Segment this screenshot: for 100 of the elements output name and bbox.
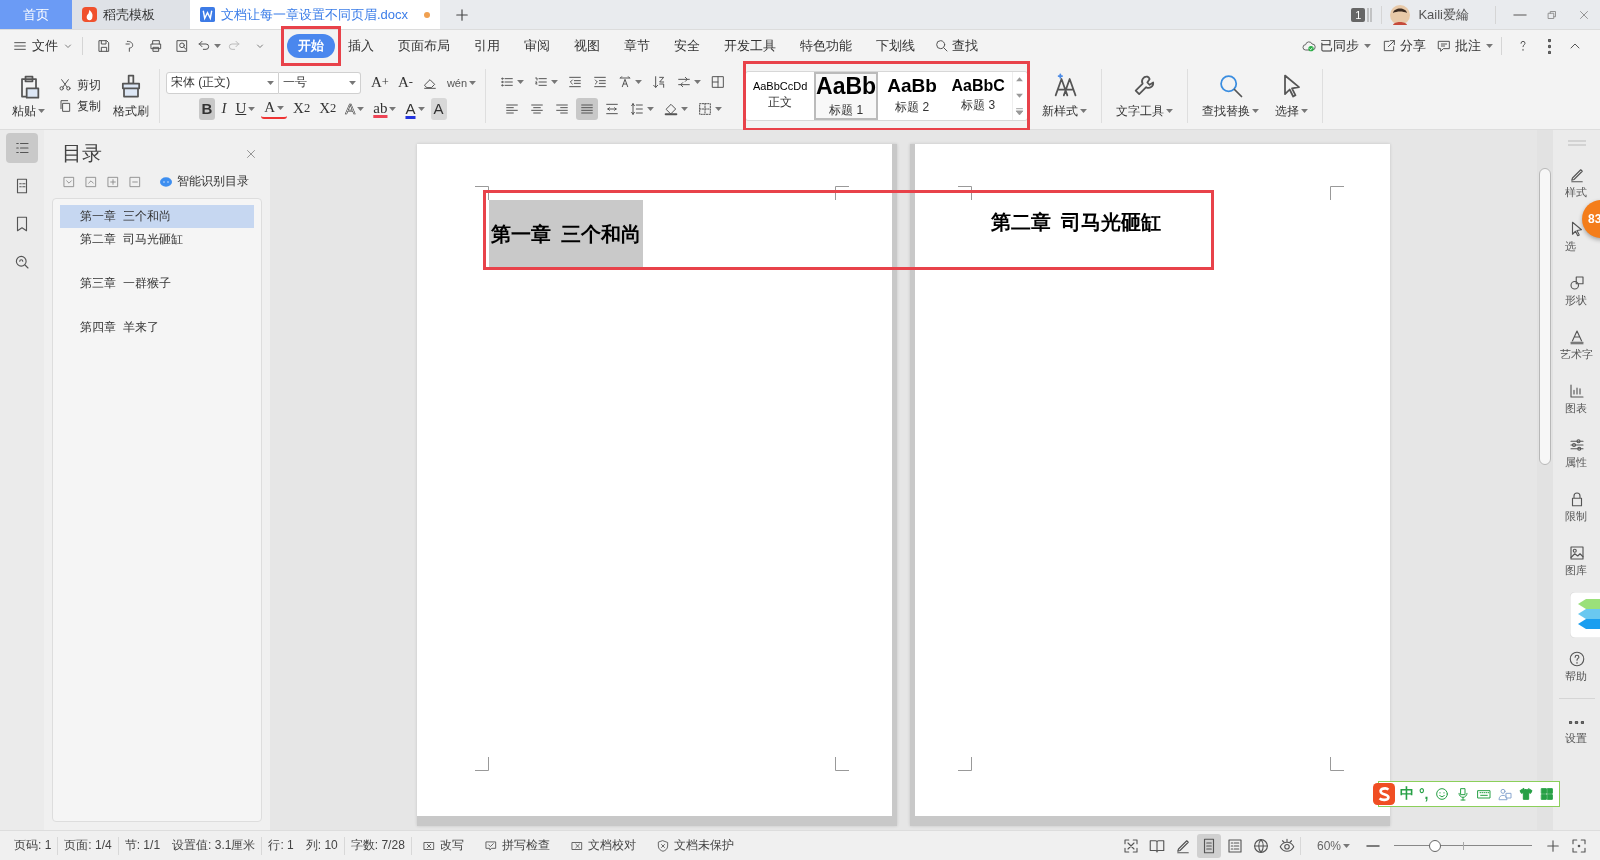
status-text: 行: 1	[268, 837, 294, 854]
format-button[interactable]: U	[232, 97, 259, 120]
status-toggle[interactable]: 拼写检查	[483, 837, 550, 854]
page-view-button[interactable]	[1196, 833, 1221, 858]
ime-logo-icon[interactable]	[1373, 783, 1395, 805]
status-text: 页面: 1/4	[64, 837, 112, 854]
sidebar-tool[interactable]: 样式	[1564, 166, 1589, 200]
outline-item[interactable]: 第一章 三个和尚	[60, 205, 254, 228]
expand-icon[interactable]	[1014, 107, 1024, 116]
ribbon-tab[interactable]: 开发工具	[713, 34, 787, 58]
expand-up-button[interactable]	[84, 174, 98, 189]
panel-title: 目录	[62, 141, 102, 166]
status-toggle[interactable]: 文档校对	[569, 837, 636, 854]
sidebar-tool[interactable]: 限制	[1564, 490, 1589, 524]
status-text: 列: 10	[305, 837, 338, 854]
ribbon-tool-button[interactable]: 查找替换	[1198, 71, 1264, 120]
flame-logo-icon	[82, 7, 97, 22]
ribbon-tab[interactable]: 引用	[463, 34, 511, 58]
zoom-level-select[interactable]: 60%	[1316, 838, 1350, 853]
ribbon-tab[interactable]: 审阅	[513, 34, 561, 58]
format-button[interactable]: I	[218, 97, 230, 120]
format-button[interactable]: A	[430, 97, 447, 120]
toolbar-action[interactable]: 分享	[1381, 37, 1426, 55]
cut-button[interactable]: 剪切	[57, 76, 101, 94]
sidebar-tool[interactable]: 图表	[1564, 382, 1589, 416]
scrollbar[interactable]	[1537, 130, 1553, 830]
toolbar-action[interactable]: 批注	[1436, 37, 1493, 55]
scroll-up-icon[interactable]	[1014, 75, 1024, 84]
format-button[interactable]: A	[261, 98, 288, 119]
ribbon-tab[interactable]: 开始	[287, 34, 335, 58]
sidebar-tool[interactable]: 设置	[1564, 713, 1589, 746]
outline-item[interactable]: 第三章 一群猴子	[60, 272, 254, 295]
image-icon	[1567, 544, 1586, 562]
ribbon-tab[interactable]: 安全	[663, 34, 711, 58]
ribbon-tab[interactable]: 特色功能	[789, 34, 863, 58]
format-button[interactable]: A	[402, 97, 428, 120]
justify-button[interactable]	[575, 98, 598, 120]
plus-icon	[106, 174, 120, 189]
font-family-select[interactable]: 宋体 (正文)	[166, 71, 279, 94]
bar-chart-icon	[1567, 382, 1586, 400]
outline-item[interactable]: 第二章 司马光砸缸	[60, 228, 254, 251]
caret-icon	[267, 80, 274, 85]
format-painter-button[interactable]: 格式刷	[109, 71, 153, 120]
ribbon-tool-button[interactable]: 选择	[1271, 71, 1313, 120]
sidebar-tool[interactable]: 图库	[1564, 544, 1589, 578]
document-tab[interactable]: 稻壳模板	[72, 0, 190, 29]
sidebar-tool[interactable]: 形状	[1564, 274, 1589, 308]
outline-view-button[interactable]	[6, 133, 38, 163]
font-tool-button[interactable]: wén	[443, 71, 480, 94]
smart-toc-button[interactable]: 智能识别目录	[158, 173, 249, 190]
search-icon	[934, 38, 950, 54]
ribbon-tab[interactable]: 视图	[563, 34, 611, 58]
status-toggle[interactable]: 改写	[421, 837, 464, 854]
remove-button[interactable]	[128, 174, 142, 189]
toolbar-action[interactable]: 已同步	[1301, 37, 1371, 55]
ribbon-tool-button[interactable]: 文字工具	[1112, 71, 1178, 120]
sidebar-tool[interactable]: 帮助	[1564, 650, 1589, 684]
cloud-check-icon	[1301, 38, 1317, 54]
find-button[interactable]: 查找	[928, 34, 989, 58]
user-name[interactable]: Kaili爱綸	[1418, 5, 1469, 24]
font-size-select[interactable]: 一号	[279, 71, 361, 94]
crop-mark	[958, 186, 972, 200]
zoom-slider-thumb[interactable]	[1429, 839, 1442, 852]
scroll-thumb[interactable]	[1539, 168, 1551, 465]
minus-icon	[1366, 844, 1380, 847]
bars-icon	[1367, 6, 1374, 23]
style-option[interactable]: AaBbC 标题 3	[946, 71, 1011, 120]
character-spacing-icon	[676, 74, 693, 90]
shirt-icon	[1517, 786, 1534, 802]
preview-icon	[174, 38, 190, 54]
status-text: 节: 1/1	[124, 837, 161, 854]
add-button[interactable]	[106, 174, 120, 189]
style-option[interactable]: AaBb 标题 2	[880, 71, 945, 120]
sidebar-tool[interactable]: 属性	[1564, 436, 1589, 470]
smiley-icon	[1433, 786, 1450, 802]
table-border-icon	[710, 74, 727, 90]
tab-label: 稻壳模板	[103, 5, 155, 24]
crop-mark	[835, 186, 849, 200]
ribbon-tab[interactable]: 章节	[613, 34, 661, 58]
collapse-button[interactable]	[62, 174, 76, 189]
sidebar-tool[interactable]: 艺术字	[1560, 328, 1593, 362]
ribbon-tab[interactable]: 页面布局	[387, 34, 461, 58]
ribbon-tool-button[interactable]: 新样式	[1038, 71, 1092, 120]
ribbon-tab[interactable]: 插入	[337, 34, 385, 58]
print-icon	[148, 38, 164, 54]
format-button[interactable]: B	[198, 97, 216, 120]
scroll-down-icon[interactable]	[1014, 91, 1024, 100]
tab-label: 首页	[23, 5, 49, 24]
document-tab[interactable]: 文档让每一章设置不同页眉.docx	[190, 0, 440, 29]
status-toggle[interactable]: 文档未保护	[655, 837, 734, 854]
style-option[interactable]: AaBb 标题 1	[814, 71, 879, 120]
outline-item[interactable]: 第四章 羊来了	[60, 316, 254, 339]
window-count[interactable]: 1	[1351, 7, 1366, 22]
ribbon-tab[interactable]: 下划线	[865, 34, 926, 58]
style-option[interactable]: AaBbCcDd 正文	[748, 71, 813, 120]
format-button[interactable]: ab	[370, 97, 400, 120]
floating-widget-drawing[interactable]	[1570, 592, 1600, 638]
paste-button[interactable]: 粘贴	[8, 71, 49, 120]
copy-button[interactable]: 复制	[57, 97, 101, 115]
file-menu[interactable]: 文件	[12, 37, 74, 55]
